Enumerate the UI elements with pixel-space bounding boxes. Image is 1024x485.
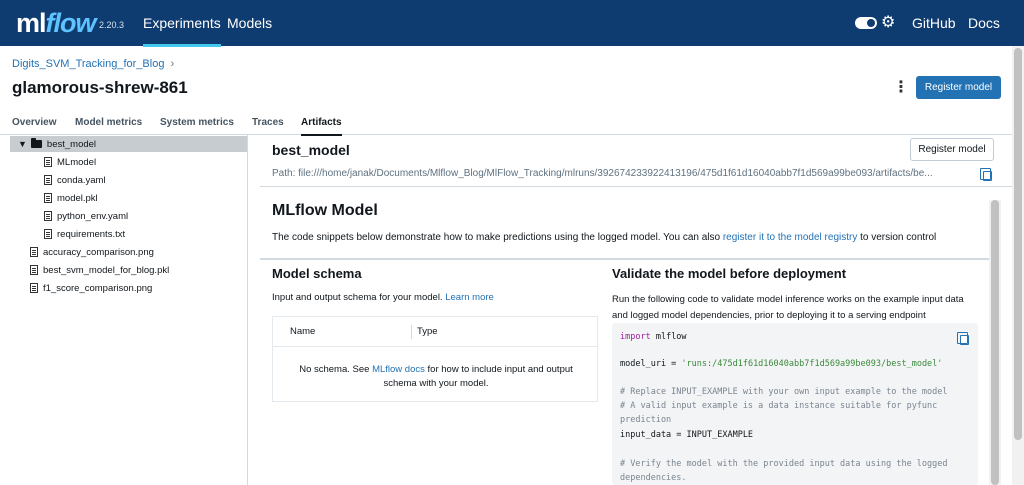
tree-file-best-svm-pkl[interactable]: best_svm_model_for_blog.pkl — [30, 262, 169, 278]
code-line: import mlflow — [620, 332, 687, 342]
schema-table-header: Name Type — [273, 317, 597, 347]
nav-github[interactable]: GitHub — [912, 15, 956, 31]
panel-scrollbar[interactable] — [989, 200, 1001, 485]
tree-file-f1-png[interactable]: f1_score_comparison.png — [30, 280, 152, 296]
tree-file-accuracy-png[interactable]: accuracy_comparison.png — [30, 244, 154, 260]
register-model-button[interactable]: Register model — [916, 76, 1001, 99]
column-divider — [411, 325, 412, 339]
code-text: mlflow — [650, 332, 687, 342]
tree-file-python-env[interactable]: python_env.yaml — [44, 208, 128, 224]
breadcrumb: Digits_SVM_Tracking_for_Blog › — [12, 58, 174, 70]
code-line: input_data = INPUT_EXAMPLE — [620, 430, 754, 440]
mlflow-model-heading: MLflow Model — [272, 202, 378, 219]
nav-models[interactable]: Models — [227, 15, 272, 31]
code-string: 'runs:/475d1f61d16040abb7f1d569a99be093/… — [681, 359, 943, 369]
schema-desc-text: Input and output schema for your model. — [272, 292, 446, 303]
schema-table: Name Type No schema. See MLflow docs for… — [272, 316, 598, 402]
validate-model-description: Run the following code to validate model… — [612, 294, 964, 321]
artifact-tree: ▼ best_model MLmodel conda.yaml model.pk… — [0, 135, 248, 485]
artifact-register-model-button[interactable]: Register model — [910, 138, 994, 161]
panel-divider — [260, 186, 1012, 187]
model-schema-description: Input and output schema for your model. … — [272, 292, 494, 303]
file-icon — [44, 211, 52, 221]
tree-file-label: f1_score_comparison.png — [43, 282, 153, 294]
folder-icon — [30, 138, 42, 148]
code-keyword: import — [620, 332, 651, 342]
caret-down-icon[interactable]: ▼ — [18, 139, 27, 149]
file-icon — [44, 157, 52, 167]
section-divider — [260, 258, 989, 260]
page-scrollbar[interactable] — [1012, 46, 1024, 485]
tab-artifacts[interactable]: Artifacts — [301, 117, 342, 136]
logo-flow-text: flow — [45, 8, 97, 38]
tree-file-label: python_env.yaml — [57, 210, 129, 222]
register-model-registry-link[interactable]: register it to the model registry — [723, 232, 858, 243]
desc-suffix-text: to version control — [857, 232, 937, 243]
file-icon — [44, 229, 52, 239]
tab-traces[interactable]: Traces — [252, 117, 284, 128]
theme-toggle[interactable] — [855, 17, 877, 29]
file-icon — [30, 283, 38, 293]
tree-file-label: model.pkl — [57, 192, 98, 204]
column-header-name: Name — [290, 326, 316, 337]
code-comment: # A valid input example is a data instan… — [620, 401, 938, 411]
column-header-type: Type — [417, 326, 438, 337]
logo-ml-text: ml — [16, 8, 46, 38]
file-icon — [30, 265, 38, 275]
tab-model-metrics[interactable]: Model metrics — [75, 117, 142, 128]
mlflow-model-description: The code snippets below demonstrate how … — [272, 232, 936, 243]
nav-experiments[interactable]: Experiments — [143, 15, 221, 47]
tree-file-label: accuracy_comparison.png — [43, 246, 154, 258]
tree-folder-label: best_model — [46, 138, 97, 150]
code-line: model_uri = 'runs:/475d1f61d16040abb7f1d… — [620, 359, 942, 369]
validate-model-heading: Validate the model before deployment — [612, 266, 847, 281]
tab-system-metrics[interactable]: System metrics — [160, 117, 234, 128]
tree-file-mlmodel[interactable]: MLmodel — [44, 154, 96, 170]
desc-text: The code snippets below demonstrate how … — [272, 232, 723, 243]
mlflow-docs-link[interactable]: MLflow docs — [372, 364, 425, 375]
page-scrollbar-thumb[interactable] — [1014, 48, 1022, 440]
nav-docs[interactable]: Docs — [968, 15, 1000, 31]
breadcrumb-experiment-link[interactable]: Digits_SVM_Tracking_for_Blog — [12, 58, 164, 70]
top-nav: mlflow 2.20.3 Experiments Models ⚙ GitHu… — [0, 0, 1024, 47]
copy-code-icon[interactable] — [957, 332, 969, 345]
code-comment: prediction — [620, 415, 672, 425]
run-tabs: Overview Model metrics System metrics Tr… — [0, 113, 1012, 136]
tree-file-label: conda.yaml — [57, 174, 106, 186]
tree-folder-best-model[interactable]: ▼ best_model — [10, 136, 247, 152]
tree-file-model-pkl[interactable]: model.pkl — [44, 190, 98, 206]
file-icon — [30, 247, 38, 257]
version-label: 2.20.3 — [99, 20, 125, 30]
copy-path-icon[interactable] — [980, 168, 992, 181]
artifact-path: Path: file:///home/janak/Documents/Mlflo… — [272, 168, 933, 179]
model-schema-heading: Model schema — [272, 266, 362, 281]
breadcrumb-separator-icon: › — [170, 58, 175, 70]
artifact-title: best_model — [272, 142, 350, 158]
file-icon — [44, 193, 52, 203]
panel-scrollbar-thumb[interactable] — [991, 200, 999, 485]
code-text: model_uri = — [620, 359, 682, 369]
code-comment: # Verify the model with the provided inp… — [620, 459, 948, 469]
tree-file-label: best_svm_model_for_blog.pkl — [43, 264, 170, 276]
tree-file-conda[interactable]: conda.yaml — [44, 172, 106, 188]
file-icon — [44, 175, 52, 185]
no-schema-message: No schema. See MLflow docs for how to in… — [283, 363, 589, 391]
tab-overview[interactable]: Overview — [12, 117, 56, 128]
no-schema-text: No schema. See — [299, 364, 373, 375]
tree-file-label: MLmodel — [57, 156, 97, 168]
tree-file-requirements[interactable]: requirements.txt — [44, 226, 125, 242]
learn-more-link[interactable]: Learn more — [445, 292, 494, 303]
more-options-icon[interactable]: ⋮ — [893, 77, 909, 97]
mlflow-logo[interactable]: mlflow — [16, 8, 97, 39]
code-comment: dependencies. — [620, 473, 687, 483]
page-title: glamorous-shrew-861 — [12, 78, 188, 97]
gear-icon[interactable]: ⚙ — [881, 12, 895, 32]
code-snippet[interactable]: import mlflow model_uri = 'runs:/475d1f6… — [612, 323, 978, 485]
tree-file-label: requirements.txt — [57, 228, 126, 240]
code-comment: # Replace INPUT_EXAMPLE with your own in… — [620, 387, 948, 397]
